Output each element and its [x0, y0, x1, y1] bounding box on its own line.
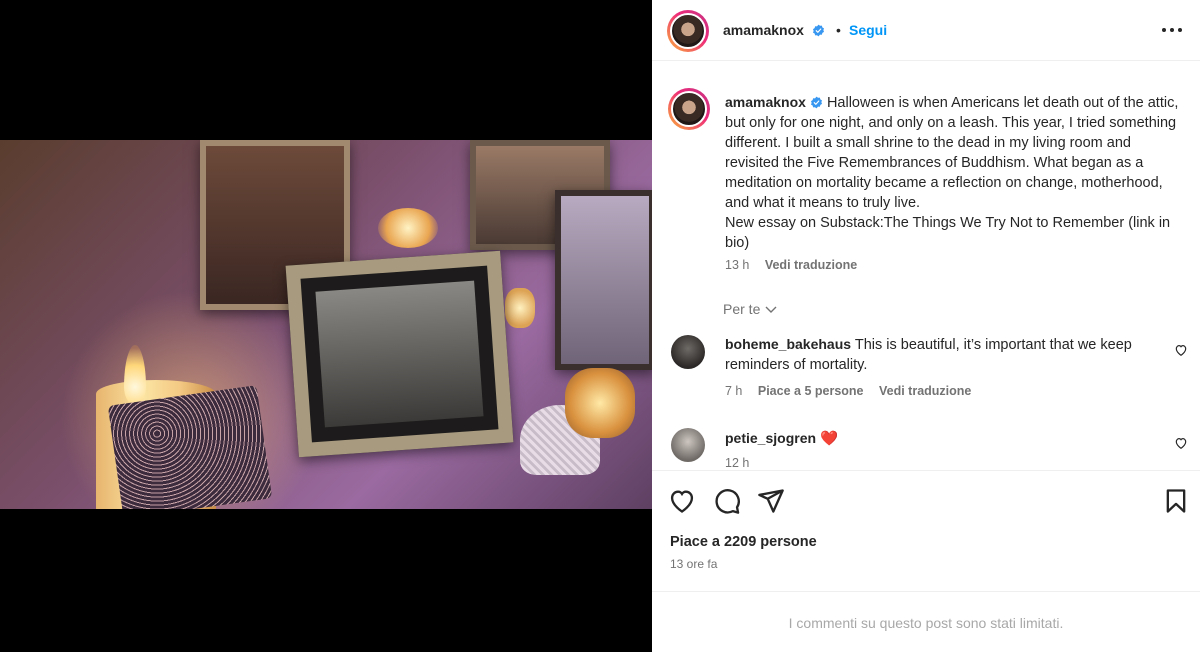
more-options-icon[interactable] — [1160, 20, 1184, 40]
author-avatar[interactable] — [667, 10, 709, 52]
votive-candle — [565, 368, 635, 438]
votive-candle — [505, 288, 535, 328]
verified-badge-icon — [810, 96, 822, 109]
post-actions: Piace a 2209 persone 13 ore fa I comment… — [652, 470, 1200, 652]
comment-bubble-icon[interactable] — [713, 487, 741, 515]
comment-timestamp[interactable]: 7 h — [725, 384, 742, 398]
post-photo[interactable] — [0, 140, 652, 509]
comment-like-heart-icon[interactable] — [1174, 436, 1188, 450]
comment-meta: 12 h — [725, 456, 749, 470]
caption-timestamp[interactable]: 13 h — [725, 258, 749, 272]
caption-username[interactable]: amamaknox — [725, 94, 806, 110]
comment-translate-link[interactable]: Vedi traduzione — [879, 384, 971, 398]
comments-limited-notice: I commenti su questo post sono stati lim… — [652, 591, 1200, 652]
post-media-pane — [0, 0, 652, 652]
votive-candle — [378, 208, 438, 248]
save-bookmark-icon[interactable] — [1162, 487, 1190, 515]
commenter-avatar[interactable] — [671, 428, 705, 462]
comment-likes-link[interactable]: Piace a 5 persone — [758, 384, 864, 398]
comment-text: ❤️ — [820, 431, 839, 447]
caption-text: Halloween is when Americans let death ou… — [725, 95, 1179, 211]
photo-frame — [555, 190, 652, 370]
center-photo-frame — [285, 250, 514, 458]
decorated-box — [107, 385, 273, 509]
caption-substack-line: New essay on Substack:The Things We Try … — [725, 215, 1171, 251]
post-header: amamaknox • Segui — [652, 0, 1200, 61]
caption-meta: 13 h Vedi traduzione — [725, 258, 857, 272]
chevron-down-icon — [765, 306, 777, 313]
comment-body: petie_sjogren ❤️ — [725, 428, 1145, 449]
commenter-avatar[interactable] — [671, 335, 705, 369]
likes-count[interactable]: Piace a 2209 persone — [670, 534, 817, 550]
author-username[interactable]: amamaknox — [723, 22, 804, 38]
comment-filter-label: Per te — [723, 301, 761, 317]
commenter-username[interactable]: boheme_bakehaus — [725, 336, 851, 352]
caption-translate-link[interactable]: Vedi traduzione — [765, 258, 857, 272]
author-username-wrap[interactable]: amamaknox — [723, 22, 825, 40]
comment-filter-dropdown[interactable]: Per te — [723, 301, 778, 317]
like-heart-icon[interactable] — [668, 487, 696, 515]
commenter-username[interactable]: petie_sjogren — [725, 430, 816, 446]
comment-timestamp[interactable]: 12 h — [725, 456, 749, 470]
post-timestamp[interactable]: 13 ore fa — [670, 557, 717, 571]
post-side-panel: amamaknox • Segui amamaknox Halloween is … — [652, 0, 1200, 652]
caption-author-avatar[interactable] — [668, 88, 710, 130]
follow-button[interactable]: Segui — [849, 22, 887, 38]
comments-section[interactable]: amamaknox Halloween is when Americans let… — [652, 62, 1200, 470]
comment-meta: 7 h Piace a 5 persone Vedi traduzione — [725, 384, 971, 398]
comment-body: boheme_bakehaus This is beautiful, it’s … — [725, 334, 1145, 375]
separator-dot: • — [836, 22, 841, 38]
comment-like-heart-icon[interactable] — [1174, 343, 1188, 357]
share-plane-icon[interactable] — [757, 487, 785, 515]
verified-badge-icon — [813, 24, 825, 37]
post-caption: amamaknox Halloween is when Americans let… — [725, 92, 1185, 253]
